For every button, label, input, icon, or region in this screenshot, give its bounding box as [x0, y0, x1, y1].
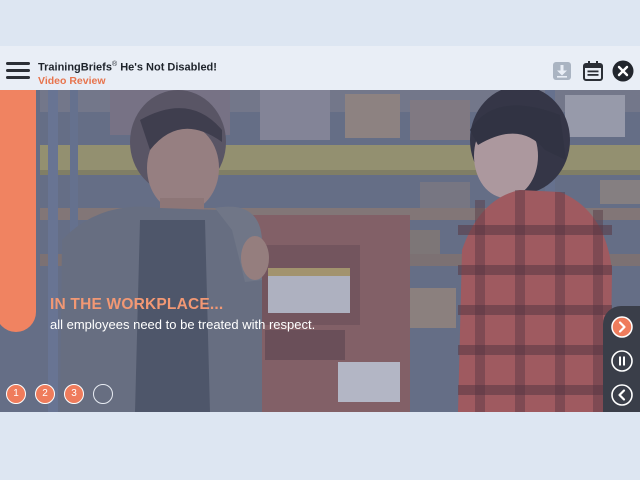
course-subtitle: Video Review [38, 74, 106, 87]
top-toolbar: TrainingBriefs® He's Not Disabled! Video… [0, 46, 640, 90]
hamburger-menu-icon[interactable] [6, 62, 30, 80]
calendar-icon[interactable] [582, 60, 604, 82]
pager-dot-1[interactable]: 1 [6, 384, 26, 404]
pager-dot-2[interactable]: 2 [35, 384, 55, 404]
pager-dot-4[interactable] [93, 384, 113, 404]
chevron-right-icon[interactable] [611, 316, 633, 338]
course-title-block: TrainingBriefs® He's Not Disabled! Video… [38, 58, 217, 88]
download-icon[interactable] [551, 60, 573, 82]
pause-icon[interactable] [611, 350, 633, 372]
caption-body: all employees need to be treated with re… [50, 317, 316, 332]
video-caption: IN THE WORKPLACE... all employees need t… [50, 295, 315, 333]
accent-sidebar-pill [0, 90, 36, 332]
chevron-left-icon[interactable] [611, 384, 633, 406]
player-controls [603, 306, 640, 412]
video-player[interactable]: IN THE WORKPLACE... all employees need t… [0, 90, 640, 412]
caption-heading: IN THE WORKPLACE... [50, 296, 224, 313]
course-title: TrainingBriefs® He's Not Disabled! [38, 58, 217, 75]
pager-dot-3[interactable]: 3 [64, 384, 84, 404]
course-title-brand: TrainingBriefs [38, 61, 112, 74]
close-icon[interactable] [612, 60, 634, 82]
course-title-name: He's Not Disabled! [117, 61, 217, 74]
video-tint-overlay [0, 90, 640, 412]
slide-pager: 1 2 3 [6, 384, 122, 404]
